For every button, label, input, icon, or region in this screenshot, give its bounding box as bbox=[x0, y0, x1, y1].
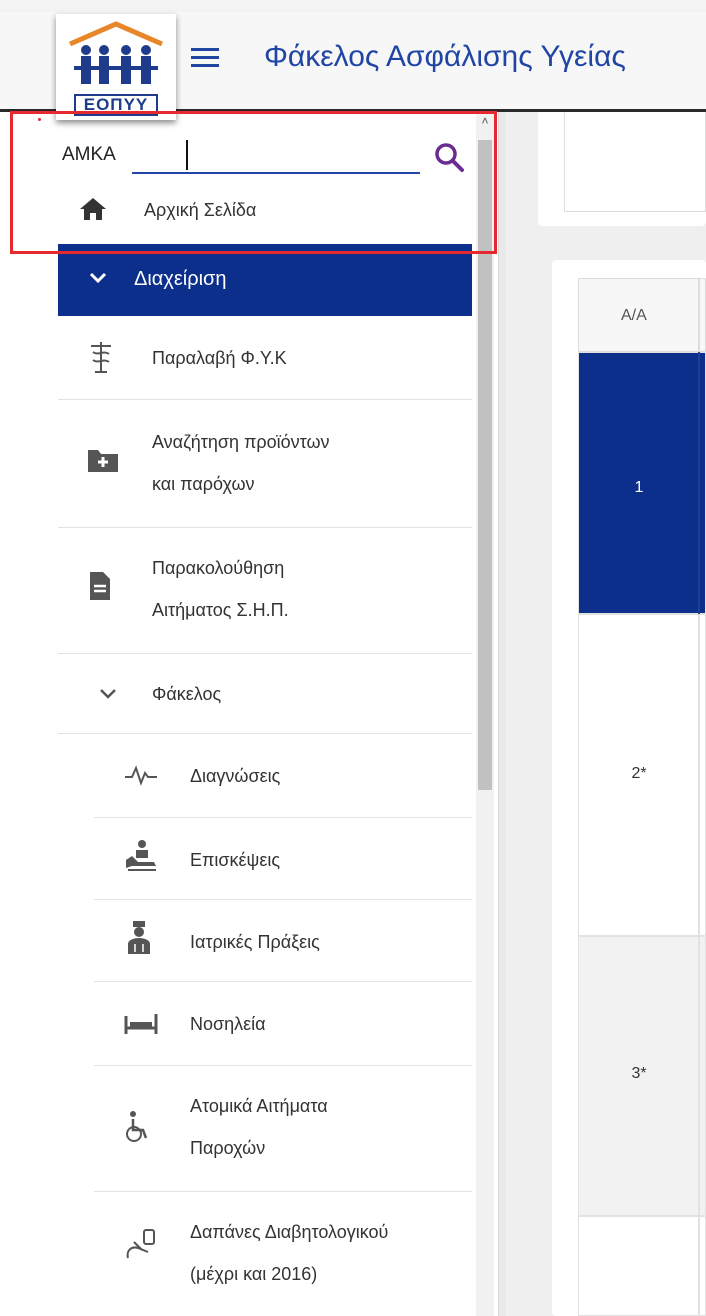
sidebar-scrollbar-thumb[interactable] bbox=[478, 140, 492, 790]
top-card-inner bbox=[564, 112, 706, 212]
column-header-aa: Α/Α bbox=[621, 307, 647, 324]
nav-item-label-line1: Αναζήτηση προϊόντων bbox=[152, 432, 330, 452]
column-divider bbox=[698, 936, 700, 1216]
nav-item-product-search[interactable]: Αναζήτηση προϊόντων και παρόχων bbox=[58, 400, 472, 528]
nav-item-folder[interactable]: Φάκελος bbox=[58, 654, 472, 734]
table-row[interactable]: 3* bbox=[578, 936, 706, 1216]
annotation-dot bbox=[38, 118, 41, 121]
amka-search-input[interactable] bbox=[132, 138, 420, 174]
logo-text: ΕΟΠΥΥ bbox=[74, 94, 158, 116]
search-icon[interactable] bbox=[432, 140, 466, 174]
sub-item-label-line2: (μέχρι και 2016) bbox=[190, 1264, 318, 1284]
eopyy-logo[interactable]: ΕΟΠΥΥ bbox=[56, 14, 176, 120]
menu-section-management[interactable]: Διαχείριση bbox=[58, 244, 472, 316]
sub-item-individual-requests[interactable]: Ατομικά Αιτήματα Παροχών bbox=[94, 1066, 472, 1192]
nav-item-label-line2: Αιτήματος Σ.Η.Π. bbox=[152, 600, 289, 620]
pharmacy-icon bbox=[91, 342, 111, 373]
sub-item-label: Ιατρικές Πράξεις bbox=[190, 932, 320, 952]
chevron-down-icon bbox=[100, 689, 116, 699]
nav-item-label: Παραλαβή Φ.Υ.Κ bbox=[152, 348, 287, 368]
home-label: Αρχική Σελίδα bbox=[144, 200, 257, 220]
table-header-aa[interactable]: Α/Α bbox=[578, 278, 706, 352]
column-divider bbox=[698, 614, 700, 936]
sub-item-label: Διαγνώσεις bbox=[190, 766, 281, 786]
doctor-icon bbox=[128, 921, 150, 954]
menu-section-label: Διαχείριση bbox=[134, 268, 227, 290]
nav-item-label-line1: Παρακολούθηση bbox=[152, 558, 285, 578]
sub-item-visits[interactable]: Επισκέψεις bbox=[94, 818, 472, 900]
table-row[interactable] bbox=[578, 1216, 706, 1316]
sub-item-hospitalization[interactable]: Νοσηλεία bbox=[94, 982, 472, 1066]
column-divider bbox=[698, 278, 700, 352]
row-aa: 3* bbox=[631, 1065, 647, 1082]
pulse-icon bbox=[125, 765, 157, 786]
nav-item-request-tracking[interactable]: Παρακολούθηση Αιτήματος Σ.Η.Π. bbox=[58, 528, 472, 654]
nav-item-label-line2: και παρόχων bbox=[152, 474, 255, 494]
sub-item-medical-acts[interactable]: Ιατρικές Πράξεις bbox=[94, 900, 472, 982]
doctor-visit-icon bbox=[126, 840, 156, 871]
sidebar-divider bbox=[498, 112, 506, 1316]
row-aa: 1 bbox=[634, 479, 644, 496]
column-divider bbox=[698, 352, 700, 614]
home-icon bbox=[80, 198, 106, 220]
column-divider bbox=[698, 1216, 700, 1316]
sub-item-label-line2: Παροχών bbox=[190, 1138, 266, 1158]
folder-plus-icon bbox=[88, 450, 118, 472]
sub-item-label-line1: Δαπάνες Διαβητολογικού bbox=[190, 1222, 389, 1242]
scroll-up-arrow-icon[interactable]: ˄ bbox=[477, 114, 493, 128]
logo-people-icon bbox=[69, 21, 163, 84]
row-aa: 2* bbox=[631, 765, 647, 782]
diabetes-icon bbox=[126, 1229, 155, 1259]
chevron-down-icon bbox=[89, 272, 107, 284]
sub-item-diagnoses[interactable]: Διαγνώσεις bbox=[94, 734, 472, 818]
bed-icon bbox=[124, 1014, 158, 1034]
wheelchair-icon bbox=[126, 1111, 148, 1142]
nav-item-label: Φάκελος bbox=[152, 684, 222, 704]
nav-item-fyk-receipt[interactable]: Παραλαβή Φ.Υ.Κ bbox=[58, 316, 472, 400]
sub-item-label: Επισκέψεις bbox=[190, 850, 281, 870]
table-row[interactable]: 1 bbox=[578, 352, 706, 614]
sub-item-diabetes-expenses[interactable]: Δαπάνες Διαβητολογικού (μέχρι και 2016) bbox=[94, 1192, 472, 1316]
document-icon bbox=[90, 572, 110, 600]
amka-label: AMKA bbox=[62, 144, 116, 165]
sub-item-label: Νοσηλεία bbox=[190, 1014, 266, 1034]
hamburger-menu-icon[interactable] bbox=[191, 48, 219, 70]
app-title: Φάκελος Ασφάλισης Υγείας bbox=[264, 40, 626, 73]
text-caret bbox=[186, 140, 188, 170]
table-row[interactable]: 2* bbox=[578, 614, 706, 936]
sub-item-label-line1: Ατομικά Αιτήματα bbox=[190, 1096, 328, 1116]
